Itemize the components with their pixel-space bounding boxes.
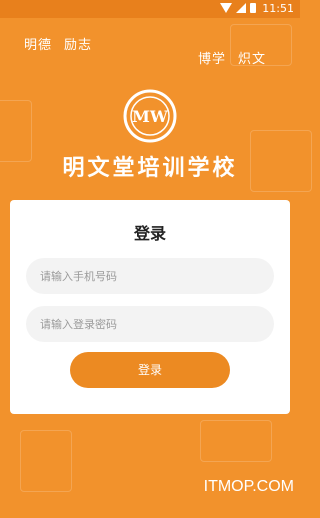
motto-item: 明德 [24,38,53,53]
decor-book [200,420,272,462]
status-time: 11:51 [262,2,294,15]
password-input[interactable] [26,306,274,342]
login-button[interactable]: 登录 [70,352,230,388]
motto-item: 励志 [64,38,93,53]
decor-leaf [20,430,72,492]
login-card: 登录 登录 [10,200,290,414]
status-bar: 11:51 [0,0,300,18]
signal-icon [236,3,246,13]
motto-item: 炽文 [238,52,267,67]
battery-icon [250,3,256,13]
logo-monogram: MW [132,107,169,126]
motto-item: 博学 [198,52,227,67]
school-name: 明文堂培训学校 [62,155,238,181]
school-logo: MW [122,88,178,144]
wifi-icon [220,3,232,13]
status-icons [220,3,256,13]
motto-right: 博学 炽文 [198,48,278,67]
phone-field[interactable] [26,258,274,294]
motto-left: 明德 励志 [24,34,104,53]
password-field[interactable] [26,306,274,342]
login-title: 登录 [133,224,166,243]
watermark: ITMOP.COM [203,478,294,495]
phone-input[interactable] [26,258,274,294]
